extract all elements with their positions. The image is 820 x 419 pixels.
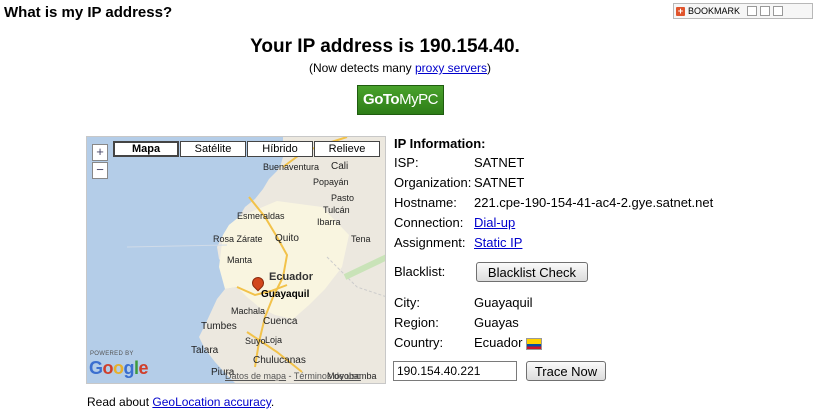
location-map[interactable]: Mapa Satélite Híbrido Relieve + − Buenav… — [86, 136, 386, 384]
city-talara: Talara — [191, 345, 219, 356]
ecuador-flag-icon — [526, 337, 543, 350]
ip-address-heading: Your IP address is 190.154.40. — [250, 36, 520, 57]
gotomypc-ad[interactable]: GoToMyPC — [357, 85, 444, 115]
hostname-value: 221.cpe-190-154-41-ac4-2.gye.satnet.net — [474, 195, 714, 210]
organization-value: SATNET — [474, 175, 525, 190]
delicious-icon — [747, 6, 758, 16]
bookmark-button[interactable]: + BOOKMARK — [673, 3, 813, 19]
blacklist-check-button[interactable]: Blacklist Check — [476, 262, 588, 282]
ip-info-title: IP Information: — [394, 136, 486, 151]
country-label-ecuador: Ecuador — [269, 271, 314, 283]
share-icons — [747, 6, 784, 16]
proxy-servers-link[interactable]: proxy servers — [415, 61, 487, 75]
connection-link[interactable]: Dial-up — [474, 215, 515, 230]
city-popayan: Popayán — [313, 177, 349, 187]
digg-icon — [760, 6, 771, 16]
hostname-label: Hostname: — [394, 195, 457, 210]
proxy-detect-note: (Now detects many proxy servers) — [0, 61, 800, 75]
map-terms-link[interactable]: Términos de uso — [294, 371, 361, 381]
organization-label: Organization: — [394, 175, 472, 190]
read-about-suffix: . — [270, 395, 275, 409]
connection-label: Connection: — [394, 215, 464, 230]
city-tulcan: Tulcán — [323, 205, 350, 215]
city-guayaquil: Guayaquil — [261, 289, 310, 300]
map-type-relieve[interactable]: Relieve — [314, 141, 380, 157]
isp-label: ISP: — [394, 155, 419, 170]
ad-label-my: MyPC — [399, 91, 438, 108]
assignment-label: Assignment: — [394, 235, 466, 250]
detects-suffix: ) — [487, 61, 492, 75]
city-buenaventura: Buenaventura — [263, 162, 320, 172]
city-suyo: Suyo — [245, 336, 266, 346]
trace-now-button[interactable]: Trace Now — [526, 361, 606, 381]
geolocation-note: Read about GeoLocation accuracy. — [87, 395, 274, 409]
country-value-wrap: Ecuador — [474, 335, 543, 350]
city-label: City: — [394, 295, 420, 310]
city-cuenca: Cuenca — [263, 316, 298, 327]
plus-icon: + — [676, 5, 685, 16]
city-esmeraldas: Esmeraldas — [237, 211, 285, 221]
city-cali: Cali — [331, 161, 349, 172]
trace-ip-input[interactable] — [393, 361, 517, 381]
page-title: What is my IP address? — [4, 4, 173, 21]
assignment-link[interactable]: Static IP — [474, 235, 522, 250]
city-tumbes: Tumbes — [201, 321, 237, 332]
map-data-link[interactable]: Datos de mapa — [225, 371, 286, 381]
zoom-in-button[interactable]: + — [92, 144, 108, 161]
city-machala: Machala — [231, 306, 266, 316]
zoom-out-button[interactable]: − — [92, 162, 108, 179]
map-type-mapa[interactable]: Mapa — [113, 141, 179, 157]
map-type-selector: Mapa Satélite Híbrido Relieve — [113, 141, 381, 157]
geolocation-accuracy-link[interactable]: GeoLocation accuracy — [152, 395, 271, 409]
city-quito: Quito — [275, 233, 299, 244]
region-value: Guayas — [474, 315, 519, 330]
city-manta: Manta — [227, 255, 253, 265]
city-loja: Loja — [265, 335, 283, 345]
city-ibarra: Ibarra — [317, 217, 341, 227]
google-logo: Google — [89, 358, 149, 378]
map-footer: Datos de mapa - Términos de uso — [225, 371, 361, 381]
city-chulucanas: Chulucanas — [253, 355, 306, 366]
detects-prefix: (Now detects many — [308, 61, 415, 75]
country-label: Country: — [394, 335, 444, 350]
city-pasto: Pasto — [331, 193, 355, 203]
ad-label-go: GoTo — [363, 91, 400, 108]
read-about-prefix: Read about — [87, 395, 153, 409]
map-type-satelite[interactable]: Satélite — [180, 141, 246, 157]
city-tena: Tena — [351, 234, 371, 244]
blacklist-label: Blacklist: — [394, 264, 446, 279]
isp-value: SATNET — [474, 155, 525, 170]
reddit-icon — [773, 6, 784, 16]
bookmark-label: BOOKMARK — [688, 6, 741, 16]
country-value: Ecuador — [474, 335, 523, 350]
powered-by-label: POWERED BY — [90, 351, 134, 357]
region-label: Region: — [394, 315, 439, 330]
city-value: Guayaquil — [474, 295, 533, 310]
map-type-hibrido[interactable]: Híbrido — [247, 141, 313, 157]
city-rosa-zarate: Rosa Zárate — [213, 234, 263, 244]
